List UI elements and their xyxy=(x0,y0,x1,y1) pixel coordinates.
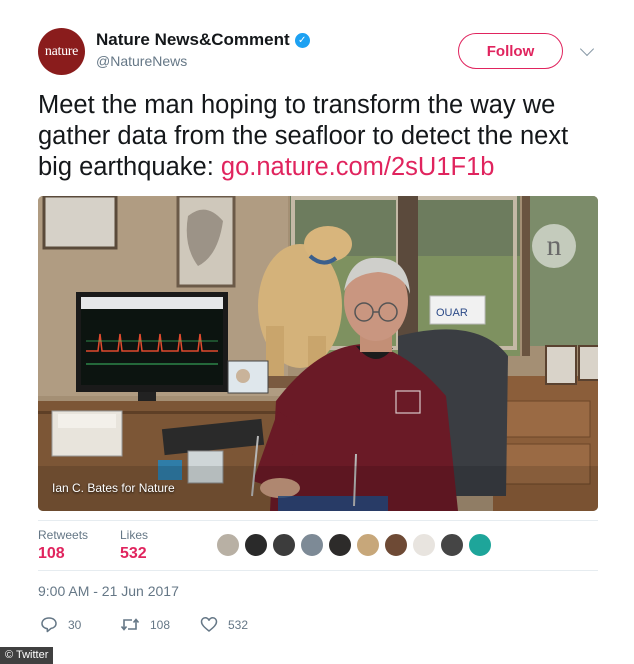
liker-avatar[interactable] xyxy=(356,533,380,557)
profile-avatar[interactable]: nature xyxy=(38,28,85,75)
reply-icon xyxy=(41,617,57,633)
photo-illustration: OUAR xyxy=(38,196,598,511)
liker-avatar[interactable] xyxy=(300,533,324,557)
like-count: 532 xyxy=(228,617,249,632)
liker-avatars xyxy=(216,533,492,557)
divider xyxy=(38,570,598,571)
verified-badge-icon: ✓ xyxy=(294,32,310,48)
likes-stat[interactable]: Likes 532 xyxy=(120,528,148,563)
liker-avatar[interactable] xyxy=(412,533,436,557)
tweet-text: Meet the man hoping to transform the way… xyxy=(38,90,608,183)
svg-text:OUAR: OUAR xyxy=(436,307,468,319)
likes-count: 532 xyxy=(120,545,147,562)
liker-avatar[interactable] xyxy=(244,533,268,557)
retweets-count: 108 xyxy=(38,545,65,562)
photo-credit: Ian C. Bates for Nature xyxy=(52,481,175,495)
liker-avatar[interactable] xyxy=(272,533,296,557)
reply-count: 30 xyxy=(68,617,82,632)
retweet-action[interactable]: 108 xyxy=(120,616,170,633)
tweet-timestamp[interactable]: 9:00 AM - 21 Jun 2017 xyxy=(38,583,179,599)
retweets-label: Retweets xyxy=(38,528,89,542)
display-name-text: Nature News&Comment xyxy=(96,30,290,49)
divider xyxy=(38,520,598,521)
liker-avatar[interactable] xyxy=(440,533,464,557)
retweet-icon xyxy=(120,618,140,631)
chevron-down-icon[interactable] xyxy=(579,41,595,57)
liker-avatar[interactable] xyxy=(384,533,408,557)
tweet-photo[interactable]: OUAR xyxy=(38,196,598,511)
retweet-count: 108 xyxy=(150,617,171,632)
liker-avatar[interactable] xyxy=(216,533,240,557)
source-watermark: © Twitter xyxy=(0,647,54,664)
like-action[interactable]: 532 xyxy=(200,616,248,633)
display-name[interactable]: Nature News&Comment ✓ xyxy=(96,30,310,50)
likes-label: Likes xyxy=(120,528,149,542)
avatar-logo-text: nature xyxy=(44,43,79,59)
liker-avatar[interactable] xyxy=(328,533,352,557)
nature-watermark-logo: n xyxy=(532,224,576,268)
tweet-link[interactable]: go.nature.com/2sU1F1b xyxy=(221,153,495,181)
retweets-stat[interactable]: Retweets 108 xyxy=(38,528,88,563)
follow-button[interactable]: Follow xyxy=(458,33,563,69)
heart-icon xyxy=(200,617,218,632)
liker-avatar[interactable] xyxy=(468,533,492,557)
reply-action[interactable]: 30 xyxy=(40,616,81,633)
account-handle[interactable]: @NatureNews xyxy=(96,53,187,69)
